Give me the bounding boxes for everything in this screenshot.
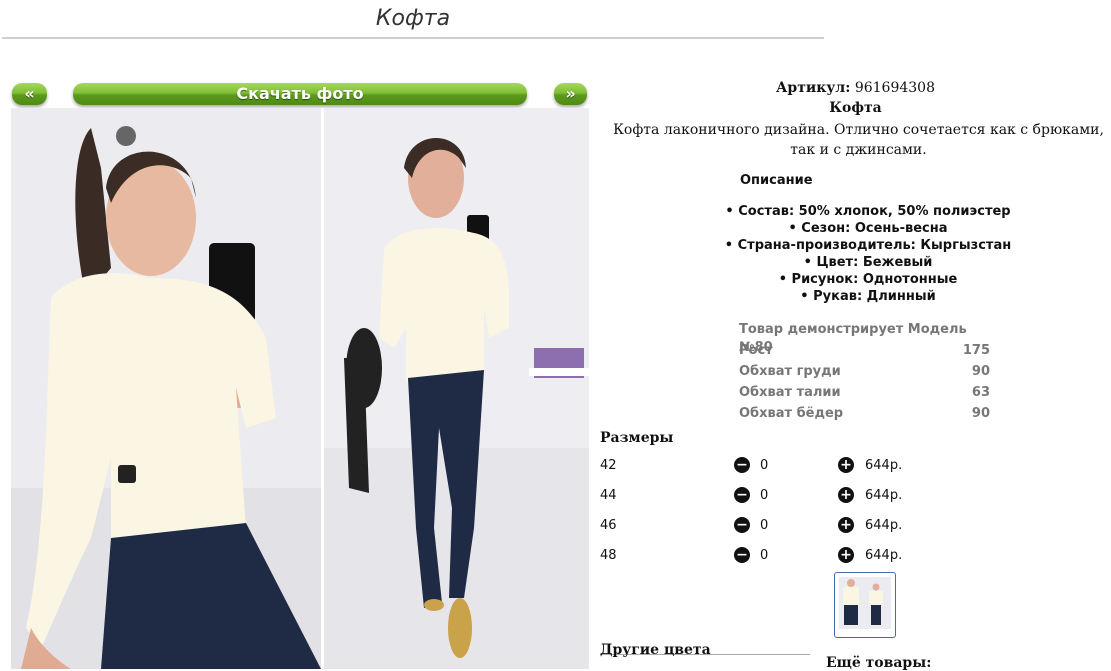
model-heading: Товар демонстрирует Модель №80: [739, 322, 967, 355]
increase-qty-icon[interactable]: +: [838, 517, 854, 533]
feature-item: Рисунок: Однотонные: [600, 271, 1111, 288]
product-description: Кофта лаконичного дизайна. Отлично сочет…: [613, 122, 1104, 158]
decrease-qty-icon[interactable]: −: [734, 457, 750, 473]
product-photo-main[interactable]: [11, 108, 321, 669]
download-photo-button[interactable]: Скачать фото: [73, 83, 527, 105]
model-params: Товар демонстрирует Модель №80 Рост 175 …: [739, 321, 990, 426]
size-row: 48 − 0 + 644р.: [600, 545, 920, 567]
model-param-value: 63: [971, 385, 990, 400]
title-divider: [2, 37, 824, 39]
color-thumbnail[interactable]: [834, 572, 896, 638]
article-label: Артикул:: [776, 80, 851, 96]
description-heading: Описание: [740, 173, 813, 188]
model-row: Обхват бёдер 90: [739, 405, 990, 426]
model-param-value: 90: [971, 364, 990, 379]
size-row: 44 − 0 + 644р.: [600, 485, 920, 507]
article-value: 961694308: [854, 80, 935, 96]
size-price: 644р.: [865, 518, 903, 533]
thumbnail-image: [839, 577, 891, 629]
model-row: Обхват груди 90: [739, 363, 990, 384]
model-param-value: 90: [971, 406, 990, 421]
model-param-label: Рост: [739, 343, 773, 358]
product-name: Кофта: [829, 100, 882, 116]
size-qty: 0: [760, 458, 769, 473]
size-price: 644р.: [865, 458, 903, 473]
size-price: 644р.: [865, 488, 903, 503]
model-row: Обхват талии 63: [739, 384, 990, 405]
model-param-label: Обхват бёдер: [739, 406, 844, 421]
feature-item: Состав: 50% хлопок, 50% полиэстер: [600, 203, 1111, 220]
size-qty: 0: [760, 518, 769, 533]
prev-photo-button[interactable]: «: [12, 83, 47, 105]
size-label: 48: [600, 548, 617, 563]
other-colors-heading: Другие цвета: [600, 642, 711, 658]
size-label: 44: [600, 488, 617, 503]
feature-item: Страна-производитель: Кыргызстан: [600, 237, 1111, 254]
decrease-qty-icon[interactable]: −: [734, 487, 750, 503]
product-photo-illustration-2: [324, 108, 589, 669]
page-title: Кофта: [375, 6, 451, 31]
size-label: 46: [600, 518, 617, 533]
size-qty: 0: [760, 488, 769, 503]
model-param-label: Обхват груди: [739, 364, 841, 379]
decrease-qty-icon[interactable]: −: [734, 517, 750, 533]
product-photo-illustration: [11, 108, 321, 669]
increase-qty-icon[interactable]: +: [838, 547, 854, 563]
size-qty: 0: [760, 548, 769, 563]
model-param-value: 175: [962, 343, 990, 358]
size-row: 46 − 0 + 644р.: [600, 515, 920, 537]
article-line: Артикул: 961694308: [600, 80, 1111, 96]
increase-qty-icon[interactable]: +: [838, 457, 854, 473]
size-row: 42 − 0 + 644р.: [600, 455, 920, 477]
product-photo-secondary[interactable]: [324, 108, 589, 669]
feature-item: Сезон: Осень-весна: [600, 220, 1111, 237]
size-label: 42: [600, 458, 617, 473]
next-photo-button[interactable]: »: [554, 83, 587, 105]
increase-qty-icon[interactable]: +: [838, 487, 854, 503]
model-param-label: Обхват талии: [739, 385, 841, 400]
model-row: Рост 175: [739, 342, 990, 363]
feature-item: Цвет: Бежевый: [600, 254, 1111, 271]
size-price: 644р.: [865, 548, 903, 563]
sizes-title: Размеры: [600, 430, 674, 446]
feature-item: Рукав: Длинный: [600, 288, 1111, 305]
features-list: Состав: 50% хлопок, 50% полиэстер Сезон:…: [600, 203, 1111, 305]
decrease-qty-icon[interactable]: −: [734, 547, 750, 563]
